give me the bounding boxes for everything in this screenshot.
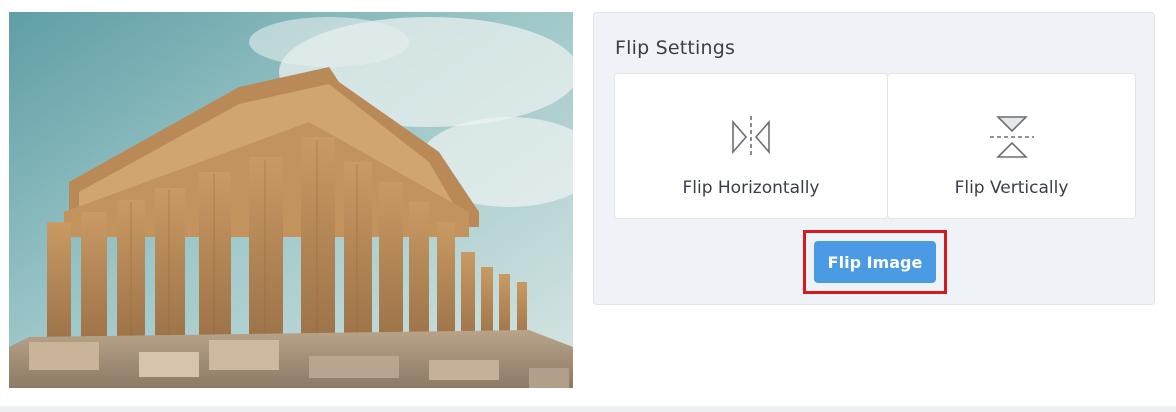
flip-vertically-option[interactable]: Flip Vertically [887,73,1136,219]
panel-title: Flip Settings [615,37,736,59]
flip-horizontal-icon [732,116,770,158]
flip-horizontally-option[interactable]: Flip Horizontally [614,73,888,219]
flip-button-highlight: Flip Image [803,230,947,294]
bottom-divider [0,406,1176,412]
flip-tool-page: Flip Settings Flip Horizontally Flip Ver… [0,0,1176,412]
flip-settings-panel: Flip Settings Flip Horizontally Flip Ver… [593,12,1155,305]
flip-vertical-icon [989,116,1034,158]
parthenon-photo [9,12,573,388]
image-preview [9,12,573,388]
flip-horizontally-label: Flip Horizontally [682,178,820,198]
flip-vertically-label: Flip Vertically [954,178,1069,198]
flip-image-button[interactable]: Flip Image [814,241,936,283]
